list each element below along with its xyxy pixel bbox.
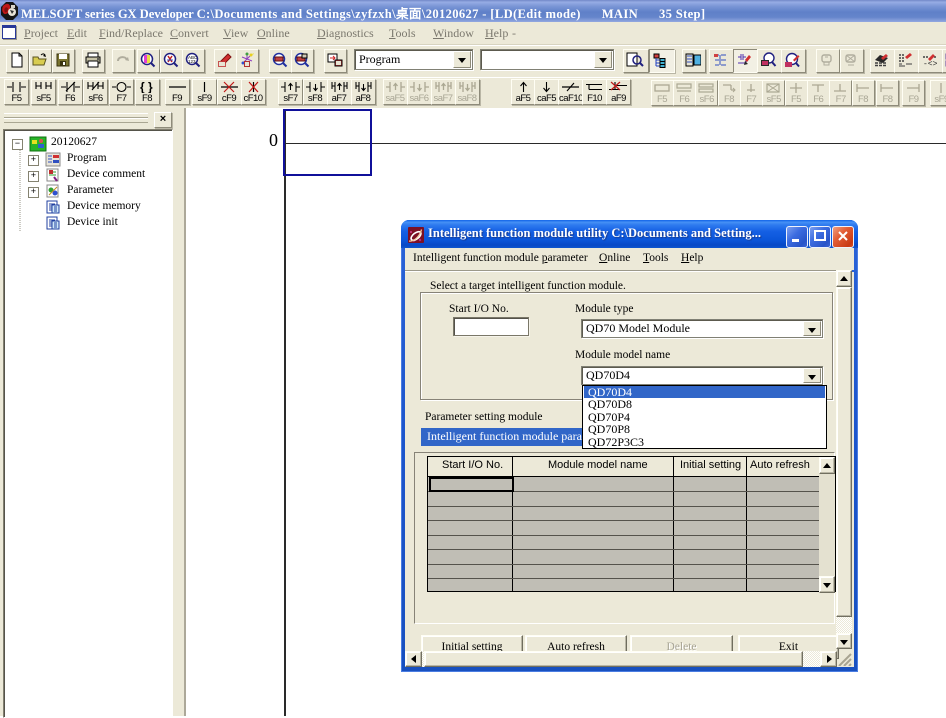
svg-text:123: 123 — [188, 59, 196, 64]
svg-text:{ }: { } — [140, 81, 153, 93]
svg-text:-<>: -<> — [923, 60, 938, 68]
